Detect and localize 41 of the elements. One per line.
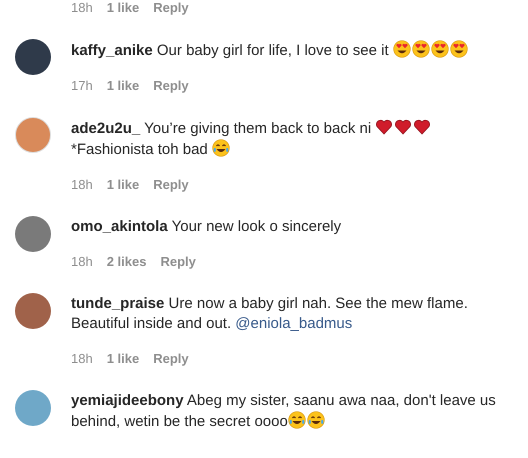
heart-icon bbox=[375, 118, 394, 136]
like-count[interactable]: 1 like bbox=[106, 0, 140, 16]
comment-time: 18h bbox=[71, 254, 93, 270]
like-count[interactable]: 1 like bbox=[106, 351, 140, 367]
comment-time: 17h bbox=[71, 78, 93, 94]
heart-eyes-emoji-icon bbox=[430, 40, 449, 58]
mention-link[interactable]: @eniola_badmus bbox=[235, 315, 352, 332]
like-count[interactable]: 1 like bbox=[106, 78, 140, 94]
comment-text: ade2u2u_ You’re giving them back to back ni *Fashionista toh bad bbox=[71, 118, 508, 160]
reply-link[interactable]: Reply bbox=[153, 0, 189, 16]
comment-time: 18h bbox=[71, 351, 93, 367]
username-link[interactable]: ade2u2u_ bbox=[71, 120, 140, 137]
avatar-photo bbox=[15, 39, 51, 75]
comment-text: omo_akintola Your new look o sincerely bbox=[71, 217, 342, 237]
comment-text: yemiajideebony Abeg my sister, saanu awa naa, don't leave us behind, wetin be the secret oooo bbox=[71, 391, 497, 432]
username-link[interactable]: tunde_praise bbox=[71, 295, 164, 312]
reply-link[interactable]: Reply bbox=[153, 351, 189, 367]
laughing-emoji-icon bbox=[288, 411, 306, 429]
reply-link[interactable]: Reply bbox=[153, 177, 189, 193]
comment-text: kaffy_anike Our baby girl for life, I love to see it bbox=[71, 40, 508, 61]
avatar-photo bbox=[15, 293, 51, 329]
username-link[interactable]: yemiajideebony bbox=[71, 392, 184, 409]
heart-icon bbox=[394, 118, 412, 136]
username-link[interactable]: omo_akintola bbox=[71, 218, 168, 235]
heart-eyes-emoji-icon bbox=[392, 40, 411, 58]
heart-eyes-emoji-icon bbox=[450, 40, 468, 58]
laughing-emoji-icon bbox=[212, 139, 230, 157]
comment-text: tunde_praise Ure now a baby girl nah. See the mew flame. Beautiful inside and out. @eniola_badmus bbox=[71, 294, 469, 334]
like-count[interactable]: 2 likes bbox=[106, 254, 146, 270]
reply-link[interactable]: Reply bbox=[153, 78, 189, 94]
heart-icon bbox=[413, 118, 432, 136]
like-count[interactable]: 1 like bbox=[106, 177, 140, 193]
heart-eyes-emoji-icon bbox=[412, 40, 430, 58]
username-link[interactable]: kaffy_anike bbox=[71, 42, 153, 59]
avatar-photo bbox=[15, 216, 51, 252]
avatar-photo bbox=[15, 390, 51, 426]
comment-time: 18h bbox=[71, 177, 93, 193]
reply-link[interactable]: Reply bbox=[160, 254, 196, 270]
laughing-emoji-icon bbox=[306, 411, 325, 429]
comment-time: 18h bbox=[71, 0, 93, 16]
avatar-photo bbox=[15, 117, 51, 153]
